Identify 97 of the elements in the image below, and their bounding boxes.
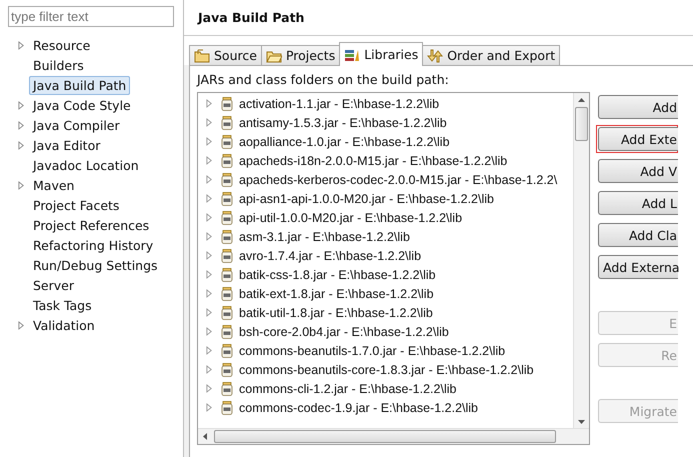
jar-icon (221, 286, 233, 300)
library-entry[interactable]: avro-1.7.4.jar - E:\hbase-1.2.2\lib (239, 248, 422, 262)
jar-icon (221, 230, 233, 244)
expand-icon[interactable] (206, 403, 213, 412)
sidebar-item[interactable]: Refactoring History (29, 236, 158, 254)
filter-field[interactable]: type filter text (8, 6, 174, 27)
tab[interactable]: Projects (260, 45, 340, 65)
sidebar-item[interactable]: Task Tags (29, 296, 96, 314)
scroll-left-icon[interactable] (203, 433, 207, 440)
sidebar-item[interactable]: Java Compiler (29, 116, 124, 134)
sidebar-item[interactable]: Maven (29, 176, 78, 194)
jar-icon (221, 306, 233, 320)
jar-icon (221, 134, 233, 148)
jar-icon (221, 96, 233, 110)
scroll-thumb[interactable] (575, 107, 588, 141)
sidebar-item[interactable]: Project Facets (29, 196, 124, 214)
list-caption: JARs and class folders on the build path: (195, 71, 450, 89)
sidebar-item[interactable]: Java Build Path (29, 76, 130, 94)
expand-icon[interactable] (18, 100, 25, 110)
folder-icon (266, 48, 282, 62)
library-entry[interactable]: asm-3.1.jar - E:\hbase-1.2.2\lib (239, 230, 410, 244)
jar-icon (221, 248, 233, 262)
expand-icon[interactable] (206, 308, 213, 317)
expand-icon[interactable] (206, 118, 213, 127)
horizontal-scrollbar[interactable] (198, 428, 589, 444)
expand-icon[interactable] (18, 320, 25, 330)
vertical-scrollbar[interactable] (573, 93, 589, 429)
jar-icon (221, 362, 233, 376)
side-button[interactable]: Add (598, 95, 678, 119)
library-entry[interactable]: commons-beanutils-1.7.0.jar - E:\hbase-1.2.2\lib (239, 344, 506, 358)
side-button[interactable]: Add V (598, 159, 678, 183)
jar-icon (221, 400, 233, 414)
library-entry[interactable]: batik-ext-1.8.jar - E:\hbase-1.2.2\lib (239, 286, 434, 300)
jar-icon (221, 116, 233, 130)
expand-icon[interactable] (206, 194, 213, 203)
jar-icon (221, 344, 233, 358)
jar-icon (221, 210, 233, 224)
scroll-up-icon[interactable] (578, 98, 585, 102)
jar-icon (221, 382, 233, 396)
library-entry[interactable]: activation-1.1.jar - E:\hbase-1.2.2\lib (239, 96, 440, 110)
tab[interactable]: Source (189, 45, 262, 65)
expand-icon[interactable] (206, 251, 213, 260)
sidebar-item[interactable]: Validation (29, 316, 99, 334)
side-button[interactable]: Add Exte (598, 127, 678, 151)
library-entry[interactable]: bsh-core-2.0b4.jar - E:\hbase-1.2.2\lib (239, 324, 449, 338)
jar-icon (221, 268, 233, 282)
library-entry[interactable]: api-asn1-api-1.0.0-M20.jar - E:\hbase-1.2.2\lib (239, 192, 494, 206)
tab[interactable]: Libraries (339, 42, 424, 66)
sidebar-item[interactable]: Builders (29, 56, 88, 74)
expand-icon[interactable] (206, 137, 213, 146)
sidebar-item[interactable]: Server (29, 276, 78, 294)
side-button[interactable]: Add Externa (598, 255, 678, 279)
sidebar-item[interactable]: Resource (29, 36, 94, 54)
jar-icon (221, 324, 233, 338)
sidebar-item[interactable]: Java Code Style (29, 96, 135, 114)
expand-icon[interactable] (206, 346, 213, 355)
library-entry[interactable]: antisamy-1.5.3.jar - E:\hbase-1.2.2\lib (239, 116, 447, 130)
jar-icon (221, 172, 233, 186)
expand-icon[interactable] (206, 327, 213, 336)
library-entry[interactable]: commons-beanutils-core-1.8.3.jar - E:\hbase-1.2.2\lib (239, 362, 534, 376)
sidebar-item[interactable]: Run/Debug Settings (29, 256, 162, 274)
expand-icon[interactable] (206, 289, 213, 298)
expand-icon[interactable] (206, 175, 213, 184)
books-icon (344, 48, 360, 62)
expand-icon[interactable] (18, 140, 25, 150)
library-list[interactable] (197, 92, 590, 445)
sidebar-item[interactable]: Project References (29, 216, 154, 234)
library-entry[interactable]: api-util-1.0.0-M20.jar - E:\hbase-1.2.2\lib (239, 210, 462, 224)
library-entry[interactable]: apacheds-kerberos-codec-2.0.0-M15.jar - E:\hbase-1.2.2\ (239, 172, 558, 186)
arrows-icon (427, 48, 444, 62)
sidebar-item[interactable]: Java Editor (29, 136, 104, 154)
expand-icon[interactable] (18, 180, 25, 190)
expand-icon[interactable] (18, 120, 25, 130)
side-button[interactable]: Add Cla (598, 223, 678, 247)
scroll-down-icon[interactable] (578, 420, 585, 424)
scroll-thumb[interactable] (214, 430, 556, 443)
expand-icon[interactable] (206, 156, 213, 165)
tab[interactable]: Order and Export (422, 45, 560, 65)
page-title: Java Build Path (184, 0, 693, 36)
expand-icon[interactable] (18, 40, 25, 50)
folder-icon (194, 48, 210, 62)
expand-icon[interactable] (206, 270, 213, 279)
library-entry[interactable]: commons-codec-1.9.jar - E:\hbase-1.2.2\lib (239, 400, 478, 414)
jar-icon (221, 192, 233, 206)
expand-icon[interactable] (206, 384, 213, 393)
expand-icon[interactable] (206, 99, 213, 108)
expand-icon[interactable] (206, 232, 213, 241)
sidebar-item[interactable]: Javadoc Location (29, 156, 143, 174)
jar-icon (221, 154, 233, 168)
expand-icon[interactable] (206, 365, 213, 374)
library-entry[interactable]: batik-css-1.8.jar - E:\hbase-1.2.2\lib (239, 268, 436, 282)
library-entry[interactable]: apacheds-i18n-2.0.0-M15.jar - E:\hbase-1.2.2\lib (239, 154, 508, 168)
library-entry[interactable]: batik-util-1.8.jar - E:\hbase-1.2.2\lib (239, 306, 433, 320)
library-entry[interactable]: commons-cli-1.2.jar - E:\hbase-1.2.2\lib (239, 382, 456, 396)
library-entry[interactable]: aopalliance-1.0.jar - E:\hbase-1.2.2\lib (239, 134, 450, 148)
side-button[interactable]: Add L (598, 191, 678, 215)
expand-icon[interactable] (206, 213, 213, 222)
